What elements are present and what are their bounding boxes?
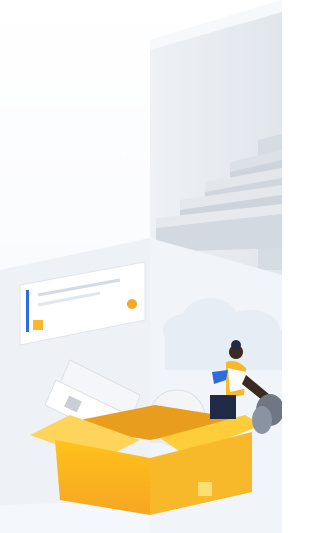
onboarding-illustration [0, 0, 282, 533]
staircase-icon [150, 0, 282, 275]
illustration-stage [0, 0, 282, 533]
